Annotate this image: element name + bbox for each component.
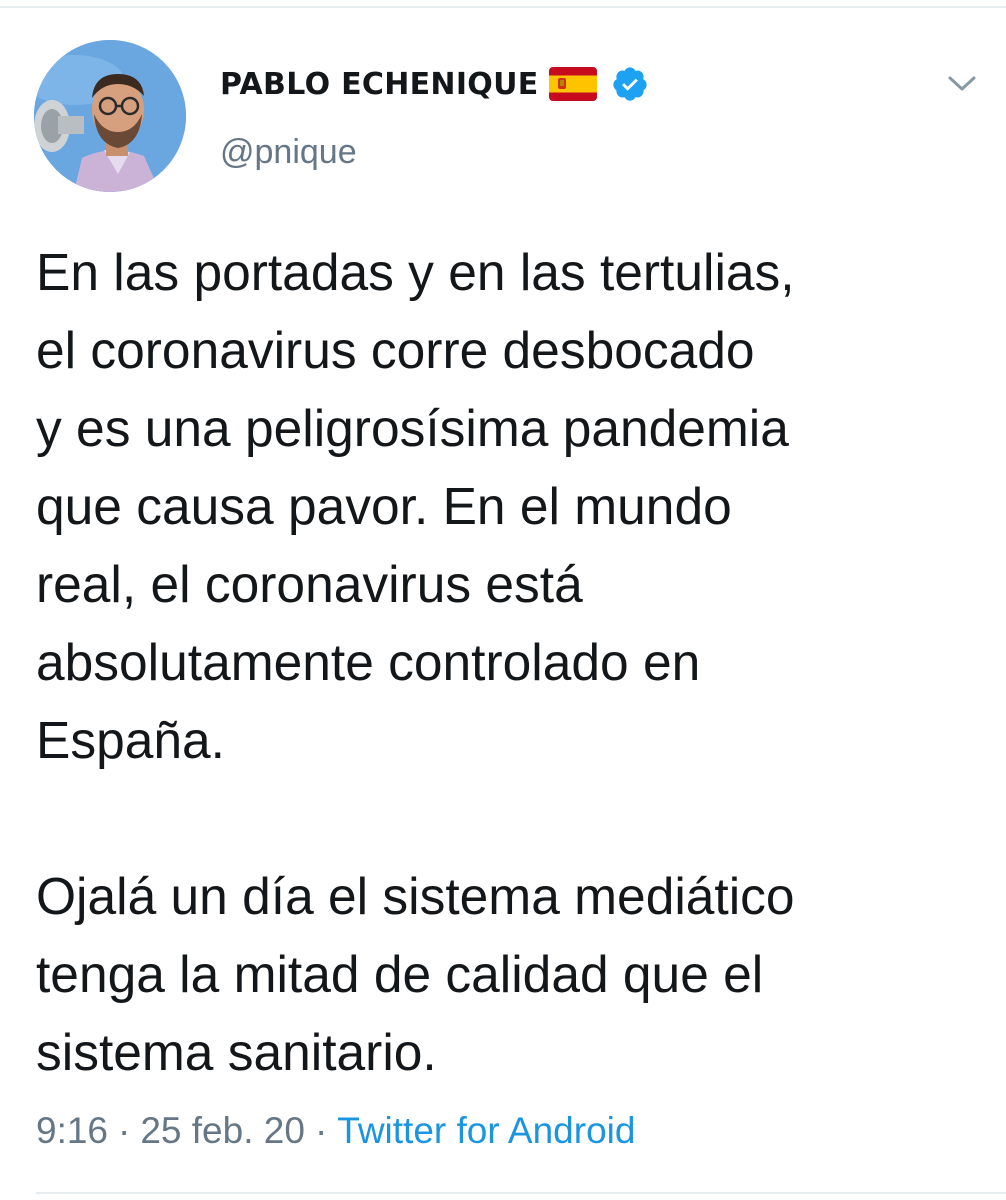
bottom-divider	[36, 1192, 1006, 1194]
spain-flag-icon	[548, 67, 597, 101]
tweet-text-line: Ojalá un día el sistema mediático	[36, 867, 795, 925]
tweet-text-line: España.	[36, 711, 225, 769]
display-name[interactable]: PABLO ECHENIQUE	[220, 67, 539, 102]
tweet-text: En las portadas y en las tertulias, el c…	[36, 233, 976, 1091]
tweet-text-line: sistema sanitario.	[36, 1023, 437, 1081]
chevron-down-icon[interactable]	[944, 68, 980, 98]
tweet-source-link[interactable]: Twitter for Android	[337, 1110, 635, 1152]
tweet-time[interactable]: 9:16	[36, 1110, 108, 1152]
tweet-text-line: el coronavirus corre desbocado	[36, 321, 755, 379]
meta-separator: ·	[118, 1110, 131, 1151]
tweet-date[interactable]: 25 feb. 20	[140, 1110, 305, 1152]
paragraph-break	[36, 779, 976, 857]
top-divider	[0, 6, 1006, 8]
tweet-text-line: tenga la mitad de calidad que el	[36, 945, 764, 1003]
user-handle[interactable]: @pnique	[220, 133, 357, 172]
tweet-meta: 9:16 · 25 feb. 20 · Twitter for Android	[36, 1106, 635, 1156]
avatar-photo	[34, 40, 186, 192]
author-name-row[interactable]: PABLO ECHENIQUE	[220, 62, 649, 106]
tweet-text-line: que causa pavor. En el mundo	[36, 477, 732, 535]
tweet-text-line: y es una peligrosísima pandemia	[36, 399, 789, 457]
meta-separator: ·	[314, 1110, 328, 1151]
tweet-text-line: En las portadas y en las tertulias,	[36, 243, 795, 301]
avatar[interactable]	[34, 40, 186, 192]
tweet-text-line: real, el coronavirus está	[36, 555, 583, 613]
verified-badge-icon	[611, 65, 649, 103]
tweet-text-line: absolutamente controlado en	[36, 633, 701, 691]
